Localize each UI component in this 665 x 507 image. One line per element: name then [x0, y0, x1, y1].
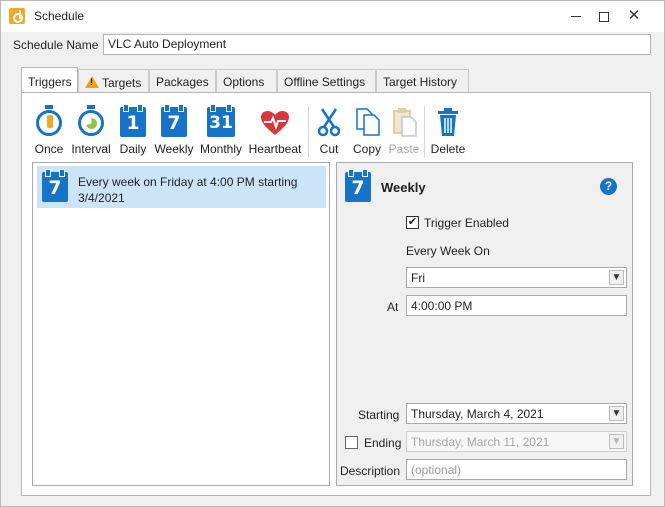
app-logo-icon: [9, 8, 25, 24]
warning-icon: [85, 76, 99, 88]
paste-label: Paste: [388, 142, 420, 156]
day-select[interactable]: Fri ▼: [406, 267, 627, 288]
help-icon[interactable]: ?: [600, 178, 617, 195]
weekly-calendar-icon: 7: [345, 169, 371, 202]
tab-offline-settings[interactable]: Offline Settings: [277, 69, 376, 93]
maximize-button[interactable]: [589, 1, 619, 32]
schedule-name-input[interactable]: VLC Auto Deployment: [103, 34, 651, 55]
time-input[interactable]: 4:00:00 PM: [406, 295, 627, 316]
heartbeat-button[interactable]: Heartbeat: [248, 104, 302, 158]
schedule-name-label: Schedule Name: [13, 38, 99, 52]
description-label: Description: [340, 464, 401, 478]
toolbar-separator: [424, 106, 425, 158]
copy-icon: [355, 107, 380, 137]
trigger-enabled-checkbox[interactable]: ✔: [406, 216, 419, 229]
monthly-calendar-icon: 31: [207, 104, 235, 137]
tab-triggers[interactable]: Triggers: [21, 67, 78, 93]
tab-options[interactable]: Options: [216, 69, 277, 93]
weekly-button[interactable]: 7 Weekly: [153, 104, 195, 158]
chevron-down-icon: ▼: [609, 406, 624, 421]
tab-options-label: Options: [223, 75, 265, 89]
starting-label: Starting: [358, 408, 400, 422]
copy-label: Copy: [352, 142, 381, 156]
trigger-enabled-label: Trigger Enabled: [424, 216, 509, 230]
starting-date-picker[interactable]: Thursday, March 4, 2021 ▼: [406, 403, 627, 424]
description-placeholder: (optional): [411, 463, 462, 477]
list-item[interactable]: 7 Every week on Friday at 4:00 PM starti…: [37, 166, 326, 208]
ending-date-value: Thursday, March 11, 2021: [411, 435, 550, 449]
tab-packages[interactable]: Packages: [149, 69, 216, 93]
heartbeat-label: Heartbeat: [248, 142, 302, 156]
daily-label: Daily: [119, 142, 147, 156]
interval-button[interactable]: Interval: [70, 104, 112, 158]
monthly-label: Monthly: [199, 142, 243, 156]
delete-label: Delete: [430, 142, 466, 156]
scissors-icon: [316, 107, 342, 137]
ending-label: Ending: [364, 436, 402, 450]
window-title: Schedule: [34, 9, 85, 23]
tab-offline-settings-label: Offline Settings: [284, 75, 366, 89]
description-input[interactable]: (optional): [406, 459, 627, 480]
weekly-calendar-icon: 7: [42, 169, 68, 202]
minimize-button[interactable]: [561, 1, 591, 32]
copy-button[interactable]: Copy: [350, 104, 384, 158]
close-button[interactable]: ✕: [619, 1, 649, 32]
paste-icon: [392, 107, 417, 137]
trash-icon: [436, 107, 460, 137]
details-title: Weekly: [381, 180, 426, 195]
every-week-on-label: Every Week On: [406, 244, 490, 258]
once-label: Once: [34, 142, 64, 156]
tab-packages-label: Packages: [156, 75, 209, 89]
weekly-calendar-icon: 7: [161, 104, 187, 137]
toolbar-separator: [308, 106, 309, 158]
at-label: At: [387, 300, 399, 314]
interval-timer-icon: [78, 105, 104, 136]
ending-date-picker[interactable]: Thursday, March 11, 2021 ▼: [406, 431, 627, 452]
cut-label: Cut: [319, 142, 339, 156]
monthly-button[interactable]: 31 Monthly: [198, 104, 244, 158]
interval-label: Interval: [71, 142, 111, 156]
ending-checkbox[interactable]: [345, 436, 358, 449]
trigger-description: Every week on Friday at 4:00 PM starting…: [78, 175, 298, 205]
daily-calendar-icon: 1: [120, 104, 146, 137]
tab-target-history-label: Target History: [383, 75, 458, 89]
chevron-down-icon: ▼: [609, 270, 624, 285]
title-bar: Schedule ✕: [1, 1, 664, 32]
close-icon: ✕: [627, 7, 641, 24]
minimize-icon: [571, 16, 581, 18]
once-button[interactable]: Once: [34, 104, 64, 158]
tab-targets[interactable]: Targets: [78, 69, 149, 93]
stopwatch-icon: [36, 105, 62, 136]
tab-triggers-label: Triggers: [28, 75, 72, 89]
starting-date-value: Thursday, March 4, 2021: [411, 407, 544, 421]
trigger-list[interactable]: 7 Every week on Friday at 4:00 PM starti…: [32, 162, 330, 486]
chevron-down-icon: ▼: [609, 434, 624, 449]
tab-targets-label: Targets: [102, 76, 142, 90]
daily-button[interactable]: 1 Daily: [117, 104, 149, 158]
delete-button[interactable]: Delete: [429, 104, 467, 158]
heartbeat-icon: [260, 110, 290, 136]
day-select-value: Fri: [411, 271, 425, 285]
cut-button[interactable]: Cut: [315, 104, 343, 158]
weekly-label: Weekly: [154, 142, 194, 156]
maximize-icon: [599, 11, 609, 22]
tab-target-history[interactable]: Target History: [376, 69, 469, 93]
paste-button[interactable]: Paste: [388, 104, 420, 158]
